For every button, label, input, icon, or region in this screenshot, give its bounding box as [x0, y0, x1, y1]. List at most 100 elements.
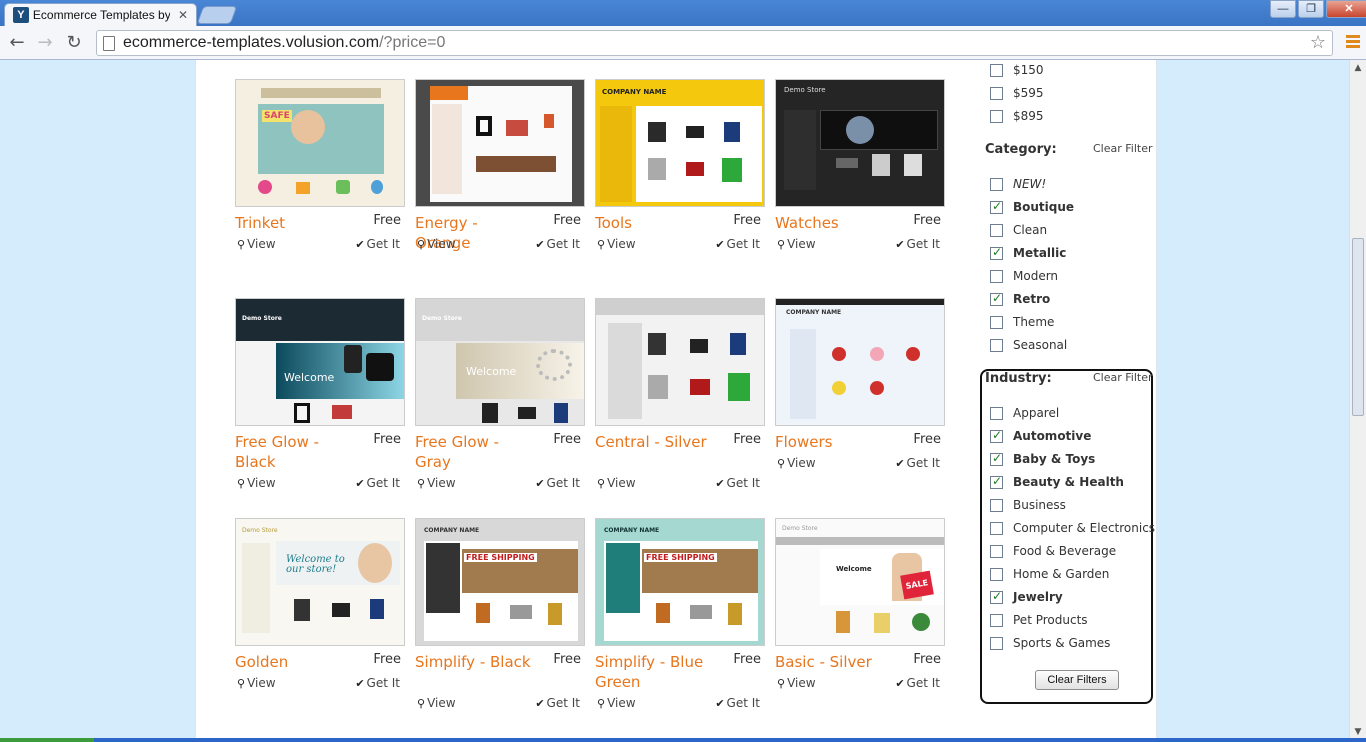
industry-filter-option[interactable]: Home & Garden — [990, 565, 1109, 583]
template-name-link[interactable]: Tools — [595, 213, 715, 233]
industry-filter-option[interactable]: Pet Products — [990, 611, 1088, 629]
price-filter-option[interactable]: $150 — [990, 61, 1044, 79]
view-link[interactable]: ⚲ View — [237, 237, 276, 251]
maximize-button[interactable]: ❐ — [1298, 0, 1324, 18]
template-name-link[interactable]: Watches — [775, 213, 895, 233]
start-button[interactable] — [0, 738, 94, 742]
category-filter-option[interactable]: Retro — [990, 290, 1050, 308]
template-thumbnail[interactable]: Demo Store Welcome — [415, 298, 585, 426]
template-name-link[interactable]: Simplify - Black — [415, 652, 535, 672]
template-name-link[interactable]: Free Glow - Black — [235, 432, 355, 472]
industry-clear-filter-link[interactable]: Clear Filter — [1093, 371, 1153, 384]
industry-filter-option[interactable]: Apparel — [990, 404, 1059, 422]
template-thumbnail[interactable]: Demo Store Welcome — [235, 298, 405, 426]
industry-filter-option[interactable]: Business — [990, 496, 1066, 514]
view-link[interactable]: ⚲ View — [597, 696, 636, 710]
template-name-link[interactable]: Basic - Silver — [775, 652, 895, 672]
template-thumbnail[interactable] — [415, 79, 585, 207]
forward-arrow-icon[interactable]: → — [34, 32, 56, 54]
template-thumbnail[interactable] — [595, 298, 765, 426]
industry-filter-option[interactable]: Sports & Games — [990, 634, 1110, 652]
industry-checkbox[interactable] — [990, 544, 1003, 558]
template-name-link[interactable]: Trinket — [235, 213, 355, 233]
view-link[interactable]: ⚲ View — [237, 676, 276, 690]
price-checkbox[interactable] — [990, 109, 1003, 123]
price-checkbox[interactable] — [990, 63, 1003, 77]
scrollbar-thumb[interactable] — [1352, 238, 1364, 416]
view-link[interactable]: ⚲ View — [777, 237, 816, 251]
template-thumbnail[interactable]: COMPANY NAME — [595, 79, 765, 207]
bookmark-star-icon[interactable]: ☆ — [1310, 32, 1326, 53]
category-checkbox[interactable] — [990, 177, 1003, 191]
price-filter-option[interactable]: $895 — [990, 107, 1044, 125]
template-thumbnail[interactable]: Demo Store Welcome SALE — [775, 518, 945, 646]
get-it-link[interactable]: ✔ Get It — [895, 237, 940, 251]
category-checkbox[interactable] — [990, 338, 1003, 352]
get-it-link[interactable]: ✔ Get It — [715, 476, 760, 490]
industry-checkbox[interactable] — [990, 589, 1003, 604]
get-it-link[interactable]: ✔ Get It — [355, 237, 400, 251]
industry-filter-option[interactable]: Computer & Electronics — [990, 519, 1155, 537]
get-it-link[interactable]: ✔ Get It — [715, 696, 760, 710]
get-it-link[interactable]: ✔ Get It — [535, 696, 580, 710]
category-filter-option[interactable]: Seasonal — [990, 336, 1067, 354]
industry-checkbox[interactable] — [990, 498, 1003, 512]
reload-icon[interactable]: ↻ — [63, 32, 85, 54]
industry-checkbox[interactable] — [990, 406, 1003, 420]
view-link[interactable]: ⚲ View — [597, 476, 636, 490]
view-link[interactable]: ⚲ View — [417, 476, 456, 490]
get-it-link[interactable]: ✔ Get It — [715, 237, 760, 251]
view-link[interactable]: ⚲ View — [597, 237, 636, 251]
industry-checkbox[interactable] — [990, 613, 1003, 627]
new-tab-button[interactable] — [196, 6, 238, 24]
template-thumbnail[interactable]: Demo Store — [775, 79, 945, 207]
industry-checkbox[interactable] — [990, 451, 1003, 466]
close-window-button[interactable]: ✕ — [1326, 0, 1366, 18]
category-filter-option[interactable]: Metallic — [990, 244, 1066, 262]
get-it-link[interactable]: ✔ Get It — [355, 676, 400, 690]
industry-checkbox[interactable] — [990, 474, 1003, 489]
category-checkbox[interactable] — [990, 315, 1003, 329]
category-filter-option[interactable]: Boutique — [990, 198, 1074, 216]
get-it-link[interactable]: ✔ Get It — [895, 676, 940, 690]
get-it-link[interactable]: ✔ Get It — [535, 237, 580, 251]
template-thumbnail[interactable]: COMPANY NAME FREE SHIPPING — [595, 518, 765, 646]
industry-filter-option[interactable]: Food & Beverage — [990, 542, 1116, 560]
category-checkbox[interactable] — [990, 245, 1003, 260]
category-checkbox[interactable] — [990, 291, 1003, 306]
template-name-link[interactable]: Simplify - Blue Green — [595, 652, 715, 692]
get-it-link[interactable]: ✔ Get It — [535, 476, 580, 490]
vertical-scrollbar[interactable]: ▲ ▼ — [1349, 60, 1366, 742]
price-filter-option[interactable]: $595 — [990, 84, 1044, 102]
template-thumbnail[interactable]: Demo Store Welcome to our store! — [235, 518, 405, 646]
industry-filter-option[interactable]: Automotive — [990, 427, 1091, 445]
template-name-link[interactable]: Free Glow - Gray — [415, 432, 535, 472]
category-checkbox[interactable] — [990, 199, 1003, 214]
chrome-menu-icon[interactable] — [1346, 35, 1360, 50]
template-thumbnail[interactable]: COMPANY NAME FREE SHIPPING — [415, 518, 585, 646]
industry-filter-option[interactable]: Jewelry — [990, 588, 1063, 606]
industry-filter-option[interactable]: Baby & Toys — [990, 450, 1095, 468]
category-checkbox[interactable] — [990, 269, 1003, 283]
view-link[interactable]: ⚲ View — [777, 676, 816, 690]
view-link[interactable]: ⚲ View — [777, 456, 816, 470]
category-filter-option[interactable]: NEW! — [990, 175, 1046, 193]
get-it-link[interactable]: ✔ Get It — [895, 456, 940, 470]
industry-checkbox[interactable] — [990, 521, 1003, 535]
template-name-link[interactable]: Central - Silver — [595, 432, 715, 452]
template-name-link[interactable]: Golden — [235, 652, 355, 672]
scroll-up-icon[interactable]: ▲ — [1350, 60, 1366, 76]
industry-checkbox[interactable] — [990, 567, 1003, 581]
template-name-link[interactable]: Flowers — [775, 432, 895, 452]
view-link[interactable]: ⚲ View — [237, 476, 276, 490]
industry-checkbox[interactable] — [990, 636, 1003, 650]
get-it-link[interactable]: ✔ Get It — [355, 476, 400, 490]
category-filter-option[interactable]: Clean — [990, 221, 1047, 239]
clear-filters-button[interactable]: Clear Filters — [1035, 670, 1119, 690]
industry-checkbox[interactable] — [990, 428, 1003, 443]
minimize-button[interactable]: — — [1270, 0, 1296, 18]
price-checkbox[interactable] — [990, 86, 1003, 100]
tab-close-icon[interactable]: ✕ — [178, 8, 188, 22]
category-filter-option[interactable]: Modern — [990, 267, 1058, 285]
address-bar[interactable]: ecommerce-templates.volusion.com/?price=… — [96, 30, 1333, 56]
